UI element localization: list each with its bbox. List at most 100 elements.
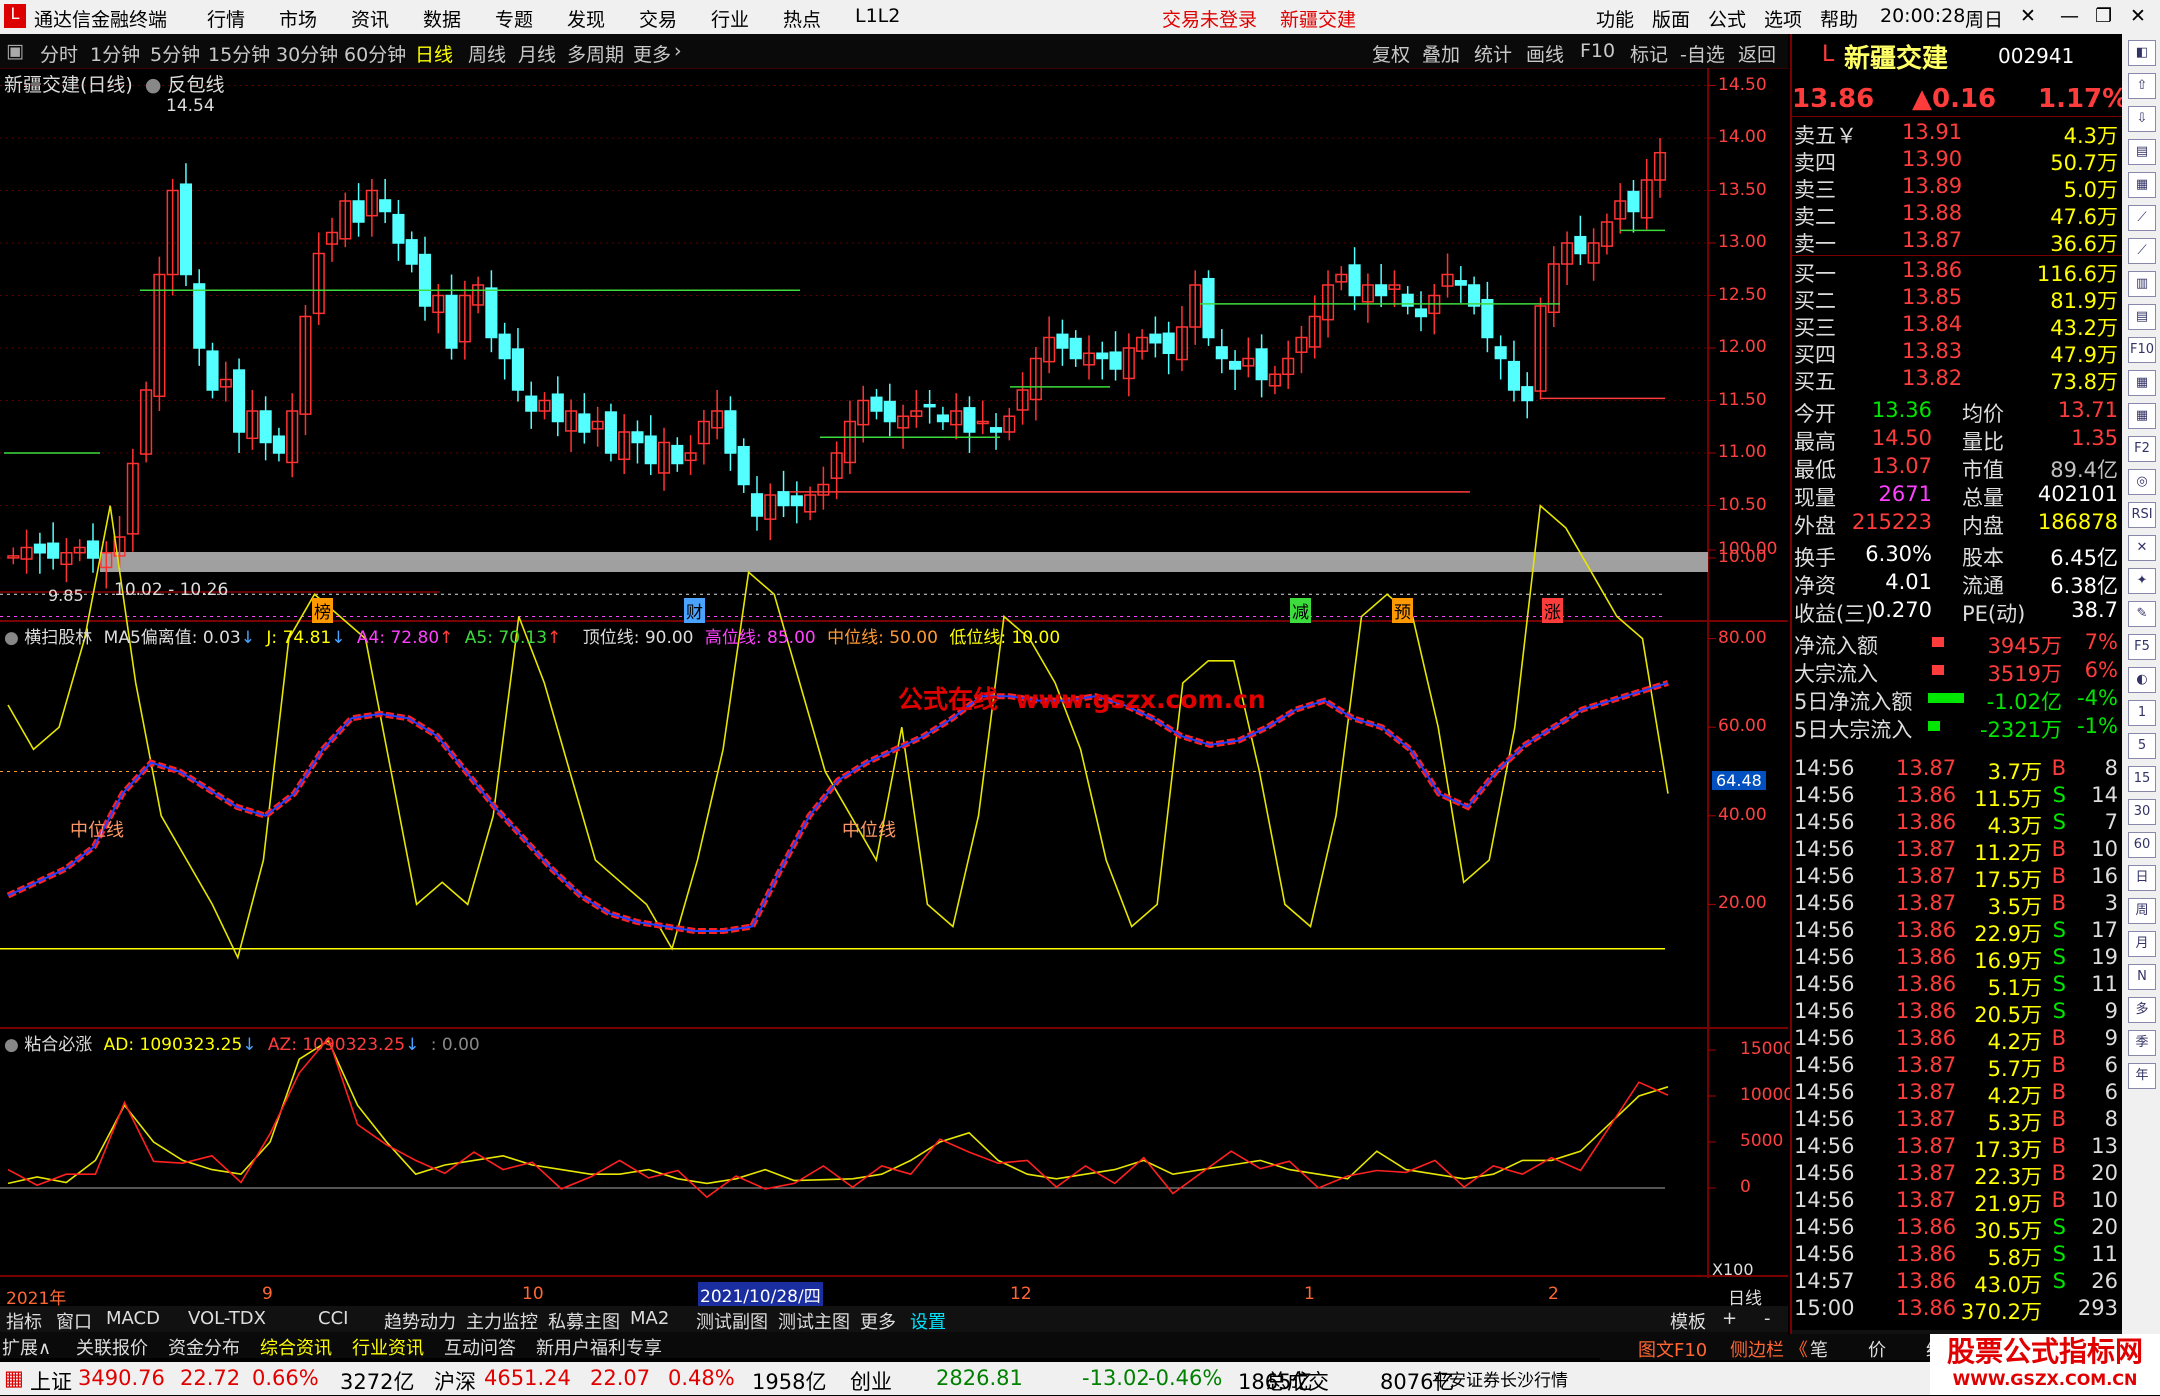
sidebar-icon-5[interactable]: ⟋ (2128, 205, 2156, 231)
period-15min[interactable]: 15分钟 (208, 40, 270, 67)
sidebar-icon-15[interactable]: ✕ (2128, 535, 2156, 561)
bottom-right-tab-0[interactable]: 模板 (1666, 1308, 1710, 1334)
menu-l1l2[interactable]: L1L2 (855, 5, 900, 27)
indicator-tab-4[interactable]: CCI (314, 1308, 352, 1329)
indicator-tab-1[interactable]: 窗口 (52, 1308, 96, 1334)
sidebar-icon-20[interactable]: 1 (2128, 700, 2156, 726)
sidebar-icon-31[interactable]: 年 (2128, 1063, 2156, 1089)
sidebar-icon-0[interactable]: ◧ (2128, 40, 2156, 66)
menu-bangzhu[interactable]: 帮助 (1820, 5, 1858, 32)
sidebar-icon-30[interactable]: 季 (2128, 1030, 2156, 1056)
sidebar-icon-13[interactable]: ◎ (2128, 469, 2156, 495)
event-marker-4[interactable]: 涨 (1542, 598, 1563, 623)
period-30min[interactable]: 30分钟 (276, 40, 338, 67)
period-60min[interactable]: 60分钟 (344, 40, 406, 67)
sidebar-icon-18[interactable]: F5 (2128, 634, 2156, 660)
sidebar-icon-1[interactable]: ⇧ (2128, 73, 2156, 99)
tab-jia[interactable]: 价 (1868, 1336, 1886, 1362)
indicator2-toggle-icon[interactable]: ● (4, 1035, 19, 1055)
indicator-tab-3[interactable]: VOL-TDX (184, 1308, 270, 1329)
sidebar-icon-9[interactable]: F10 (2128, 337, 2156, 363)
trade-status[interactable]: 交易未登录 (1162, 5, 1257, 32)
product-name[interactable]: 新疆交建 (1280, 5, 1356, 32)
menu-zhuanti[interactable]: 专题 (495, 5, 533, 32)
menu-banmian[interactable]: 版面 (1652, 5, 1690, 32)
tab-bi[interactable]: 笔 (1810, 1336, 1828, 1362)
menu-hangye[interactable]: 行业 (711, 5, 749, 32)
sidebar-icon-8[interactable]: ▤ (2128, 304, 2156, 330)
indicator-tab-9[interactable]: 测试副图 (692, 1308, 772, 1334)
tool-fuquan[interactable]: 复权 (1372, 40, 1410, 67)
event-marker-0[interactable]: 榜 (312, 598, 333, 623)
bottom-right-tab-2[interactable]: - (1760, 1308, 1775, 1329)
tool-diejia[interactable]: 叠加 (1422, 40, 1460, 67)
sidebar-icon-3[interactable]: ▤ (2128, 139, 2156, 165)
indicator-tab-5[interactable]: 趋势动力 (380, 1308, 460, 1334)
indicator-tab-6[interactable]: 主力监控 (462, 1308, 542, 1334)
minimize-icon[interactable]: — (2060, 5, 2079, 27)
period-monthly[interactable]: 月线 (518, 40, 556, 67)
chart-canvas[interactable] (0, 68, 1788, 1312)
sidebar-icon-21[interactable]: 5 (2128, 733, 2156, 759)
sidebar-icon-4[interactable]: ▦ (2128, 172, 2156, 198)
sidebar-icon-23[interactable]: 30 (2128, 799, 2156, 825)
event-marker-3[interactable]: 预 (1392, 598, 1413, 623)
sidebar-icon-25[interactable]: 日 (2128, 865, 2156, 891)
info-tab-5[interactable]: 互动问答 (444, 1334, 516, 1360)
info-tab-1[interactable]: 关联报价 (76, 1334, 148, 1360)
status-item-17[interactable]: 平安证券长沙行情 (1432, 1366, 1568, 1391)
period-more[interactable]: 更多 (633, 40, 671, 67)
menu-hangqing[interactable]: 行情 (207, 5, 245, 32)
menu-shichang[interactable]: 市场 (279, 5, 317, 32)
sidebar-icon-27[interactable]: 月 (2128, 931, 2156, 957)
formula-toggle-icon[interactable]: ● (145, 74, 162, 96)
sidebar-icon-6[interactable]: ⟋ (2128, 238, 2156, 264)
sidebar-icon-29[interactable]: 多 (2128, 997, 2156, 1023)
menu-jiaoyi[interactable]: 交易 (639, 5, 677, 32)
market-icon[interactable]: ▦ (4, 1366, 24, 1390)
menu-xuanxiang[interactable]: 选项 (1764, 5, 1802, 32)
menu-faxian[interactable]: 发现 (567, 5, 605, 32)
indicator-tab-0[interactable]: 指标 (2, 1308, 46, 1334)
info-tab-2[interactable]: 资金分布 (168, 1334, 240, 1360)
sidebar-icon-7[interactable]: ▥ (2128, 271, 2156, 297)
sidebar-icon-24[interactable]: 60 (2128, 832, 2156, 858)
restore-icon[interactable]: ❐ (2095, 5, 2112, 27)
period-weekly[interactable]: 周线 (468, 40, 506, 67)
sidebar-icon-26[interactable]: 周 (2128, 898, 2156, 924)
indicator-tab-8[interactable]: MA2 (626, 1308, 673, 1329)
period-multi[interactable]: 多周期 (567, 40, 624, 67)
sidebar-icon-16[interactable]: ✦ (2128, 568, 2156, 594)
info-tab-4[interactable]: 行业资讯 (352, 1334, 424, 1360)
sidebar-icon-11[interactable]: ▦ (2128, 403, 2156, 429)
tab-tuwen-f10[interactable]: 图文F10 (1638, 1336, 1707, 1362)
sidebar-icon-19[interactable]: ◐ (2128, 667, 2156, 693)
info-tab-3[interactable]: 综合资讯 (260, 1334, 332, 1360)
indicator2-name[interactable]: 粘合必涨 (24, 1035, 92, 1055)
chevron-right-icon[interactable]: › (674, 40, 682, 62)
stock-name[interactable]: 新疆交建 (1844, 38, 1948, 75)
tool-f10[interactable]: F10 (1580, 40, 1615, 62)
indicator-tab-10[interactable]: 测试主图 (774, 1308, 854, 1334)
menu-zixun[interactable]: 资讯 (351, 5, 389, 32)
chart-area[interactable]: 新疆交建(日线) ● 反包线 14.54 9.85 10.02 - 10.26 … (0, 68, 1794, 1312)
close-window-icon[interactable]: ✕ (2130, 5, 2146, 27)
indicator-tab-2[interactable]: MACD (102, 1308, 164, 1329)
close-icon[interactable]: ✕ (2020, 5, 2036, 27)
tab-sidebar[interactable]: 侧边栏 《 (1730, 1336, 1808, 1362)
formula-name[interactable]: 反包线 (168, 74, 225, 96)
sidebar-icon-12[interactable]: F2 (2128, 436, 2156, 462)
sidebar-icon-28[interactable]: N (2128, 964, 2156, 990)
menu-gongshi[interactable]: 公式 (1708, 5, 1746, 32)
period-daily[interactable]: 日线 (415, 40, 453, 67)
sidebar-icon-17[interactable]: ✎ (2128, 601, 2156, 627)
period-1min[interactable]: 1分钟 (90, 40, 140, 67)
tool-tongji[interactable]: 统计 (1474, 40, 1512, 67)
info-tab-0[interactable]: 扩展∧ (2, 1334, 51, 1360)
sidebar-icon-22[interactable]: 15 (2128, 766, 2156, 792)
period-fenshi[interactable]: 分时 (40, 40, 78, 67)
indicator-tab-11[interactable]: 更多 (856, 1308, 900, 1334)
indicator-tab-12[interactable]: 设置 (906, 1308, 950, 1334)
tool-zixuan[interactable]: -自选 (1680, 40, 1725, 67)
sidebar-icon-10[interactable]: ▦ (2128, 370, 2156, 396)
